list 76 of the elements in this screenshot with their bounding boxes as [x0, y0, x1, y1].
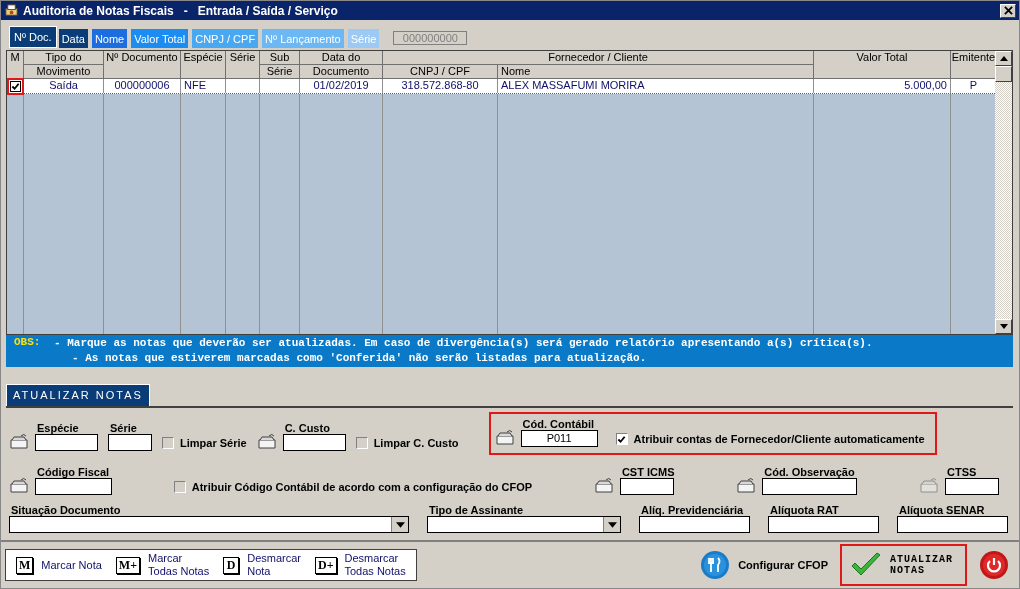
field-label: CTSS: [945, 466, 977, 478]
lookup-icon[interactable]: [736, 476, 757, 494]
table-cell: 5.000,00: [904, 79, 947, 91]
field-label: Situação Documento: [10, 504, 121, 516]
field-label: Alíq. Previdenciária: [640, 504, 744, 516]
column-header: Tipo do: [24, 51, 104, 65]
lookup-icon[interactable]: [256, 432, 277, 450]
mark-button[interactable]: D Desmarcar Nota: [223, 552, 301, 578]
note-text: - As notas que estiverem marcadas como 'Conferida' não serão listadas para atualização.: [71, 351, 648, 366]
window-title: Auditoria de Notas Fiscais - Entrada / Saída / Serviço: [23, 3, 339, 18]
sort-tab[interactable]: Data: [58, 29, 90, 48]
field-label: Código Fiscal: [36, 466, 110, 478]
column-header: Data do: [300, 51, 383, 65]
checkbox-label: Atribuir Código Contábil de acordo com a configuração do CFOP: [191, 481, 533, 493]
table-cell: 318.572.868-80: [401, 79, 479, 91]
input-field[interactable]: [768, 516, 879, 533]
field-label: Série: [109, 422, 137, 434]
sort-tab[interactable]: Nº Doc.: [9, 26, 57, 48]
down-arrow-icon[interactable]: [999, 324, 1008, 329]
table-cell: Saída: [49, 79, 78, 91]
sort-tab[interactable]: Nome: [91, 29, 130, 48]
input-field[interactable]: P011: [520, 430, 598, 447]
fork-knife-icon[interactable]: [700, 550, 731, 580]
table-cell: P: [969, 79, 978, 91]
column-header: Sub: [260, 51, 300, 65]
section-tab[interactable]: ATUALIZAR NOTAS: [6, 384, 150, 406]
app-icon: [4, 3, 19, 18]
notes-label: OBS:: [14, 336, 42, 350]
checkbox-label: Limpar C. Custo: [373, 437, 459, 449]
caret-icon[interactable]: [395, 521, 405, 528]
column-group-header: Fornecedor / Cliente: [383, 51, 814, 65]
checkbox[interactable]: [173, 481, 186, 493]
lookup-icon[interactable]: [9, 432, 29, 450]
table-cell: ALEX MASSAFUMI MORIRA: [501, 79, 645, 91]
input-field[interactable]: [35, 434, 98, 451]
configure-cfop-button[interactable]: Configurar CFOP: [700, 550, 834, 580]
lookup-icon[interactable]: [593, 476, 614, 494]
row-checkbox[interactable]: [9, 80, 21, 92]
checkbox[interactable]: [355, 437, 368, 449]
input-field[interactable]: [944, 478, 999, 495]
table-cell: 01/02/2019: [313, 79, 369, 91]
vertical-scrollbar[interactable]: [995, 51, 1012, 334]
input-field[interactable]: [639, 516, 750, 533]
field-label: Alíquota RAT: [769, 504, 839, 516]
update-notes-button[interactable]: ATUALIZAR NOTAS: [840, 544, 967, 586]
field-label: Alíquota SENAR: [898, 504, 985, 516]
input-field[interactable]: [282, 434, 346, 451]
input-field[interactable]: [762, 478, 858, 495]
dropdown[interactable]: [427, 516, 621, 533]
power-icon[interactable]: [979, 550, 1009, 580]
mark-button[interactable]: M Marcar Nota: [16, 556, 102, 574]
scrollbar-thumb[interactable]: [995, 66, 1012, 82]
field-label: Cód. Contábil: [521, 418, 595, 430]
input-field[interactable]: [619, 478, 674, 495]
lookup-icon[interactable]: [494, 428, 515, 446]
checkbox[interactable]: [615, 433, 628, 445]
checkbox[interactable]: [162, 437, 174, 449]
field-label: Tipo de Assinante: [428, 504, 524, 516]
field-label: Cód. Observação: [763, 466, 855, 478]
caret-icon[interactable]: [607, 521, 617, 528]
table-cell: 000000006: [114, 79, 170, 91]
close-button[interactable]: [1000, 3, 1016, 18]
input-field[interactable]: [35, 478, 112, 495]
field-label: Espécie: [36, 422, 79, 434]
dropdown[interactable]: [9, 516, 409, 533]
lookup-icon[interactable]: [9, 476, 29, 494]
note-text: - Marque as notas que deverão ser atualizadas. Em caso de divergência(s) será gerado relatório apresentando a(s) crítica(s).: [54, 336, 873, 351]
table-cell: NFE: [184, 79, 206, 91]
input-field[interactable]: [897, 516, 1008, 533]
field-label: CST ICMS: [620, 466, 675, 478]
input-field[interactable]: [108, 434, 152, 451]
checkbox-label: Atribuir contas de Fornecedor/Cliente automaticamente: [633, 433, 925, 445]
up-arrow-icon[interactable]: [999, 56, 1008, 61]
checkmark-icon[interactable]: [850, 552, 882, 578]
checkbox-label: Limpar Série: [180, 437, 247, 449]
field-label: C. Custo: [283, 422, 330, 434]
